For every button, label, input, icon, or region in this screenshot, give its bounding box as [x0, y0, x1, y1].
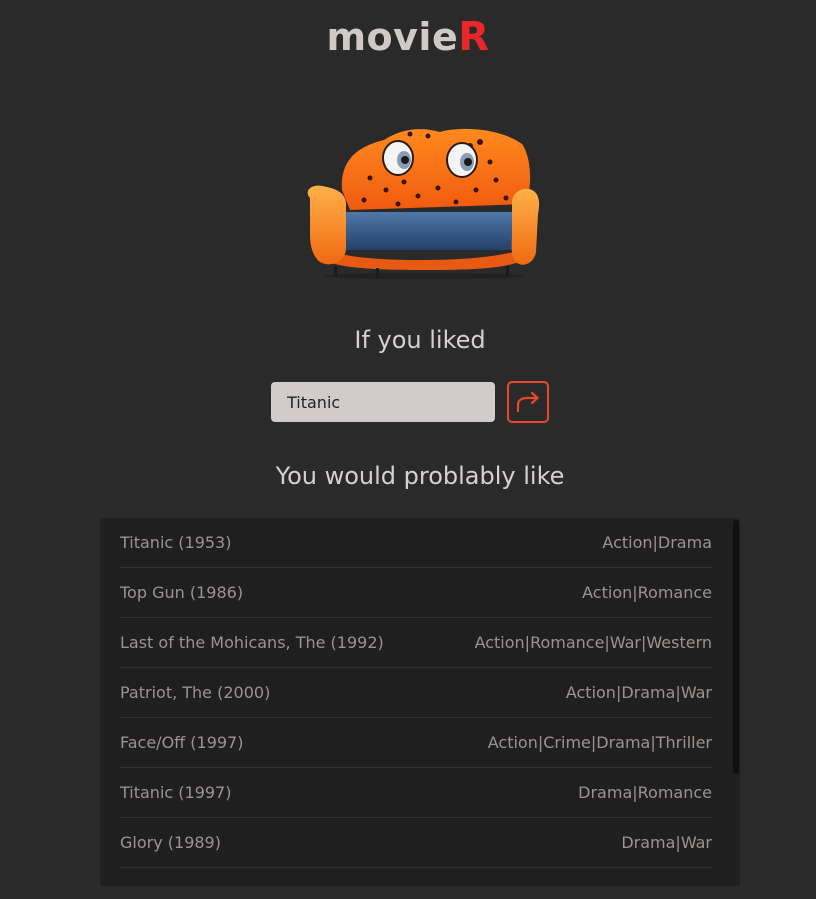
list-item[interactable]: Last of the Mohicans, The (1992) Action|…	[120, 618, 712, 668]
movie-genres: Action|Romance	[582, 583, 712, 602]
list-item[interactable]	[120, 868, 712, 886]
if-you-liked-heading: If you liked	[354, 326, 486, 354]
logo-accent-letter: R	[458, 14, 490, 60]
list-item[interactable]: Patriot, The (2000) Action|Drama|War	[120, 668, 712, 718]
movie-title: Titanic (1997)	[120, 783, 232, 802]
scrollbar-track[interactable]	[732, 518, 740, 886]
list-item[interactable]: Face/Off (1997) Action|Crime|Drama|Thril…	[120, 718, 712, 768]
movie-genres: Drama|War	[621, 833, 712, 852]
recommendations-heading: You would problably like	[275, 462, 565, 490]
logo-text: movie	[326, 15, 459, 59]
search-row	[271, 381, 549, 423]
movie-genres: Drama|Romance	[578, 783, 712, 802]
movie-genres: Action|Crime|Drama|Thriller	[487, 733, 712, 752]
list-item[interactable]: Titanic (1997) Drama|Romance	[120, 768, 712, 818]
recommendations-list: Titanic (1953) Action|Drama Top Gun (198…	[100, 518, 732, 886]
movie-genres: Action|Drama	[602, 533, 712, 552]
movie-title: Titanic (1953)	[120, 533, 232, 552]
sofa-mascot-image	[307, 128, 540, 279]
movie-title: Face/Off (1997)	[120, 733, 244, 752]
page: movieR If you liked Titanic You would pr…	[0, 0, 816, 899]
submit-button[interactable]	[507, 381, 549, 423]
arrow-forward-icon	[516, 391, 539, 413]
list-item[interactable]: Top Gun (1986) Action|Romance	[120, 568, 712, 618]
movie-search-input[interactable]	[271, 382, 495, 422]
scrollbar-thumb[interactable]	[733, 520, 739, 774]
movie-genres: Action|Drama|War	[565, 683, 712, 702]
app-logo[interactable]: movieR	[0, 14, 816, 60]
movie-title: Glory (1989)	[120, 833, 221, 852]
movie-title: Top Gun (1986)	[120, 583, 244, 602]
movie-genres: Action|Romance|War|Western	[474, 633, 712, 652]
list-item[interactable]: Glory (1989) Drama|War	[120, 818, 712, 868]
list-item[interactable]: Titanic (1953) Action|Drama	[120, 518, 712, 568]
movie-title: Last of the Mohicans, The (1992)	[120, 633, 384, 652]
movie-title: Patriot, The (2000)	[120, 683, 271, 702]
recommendations-panel[interactable]: Titanic (1953) Action|Drama Top Gun (198…	[100, 518, 740, 886]
